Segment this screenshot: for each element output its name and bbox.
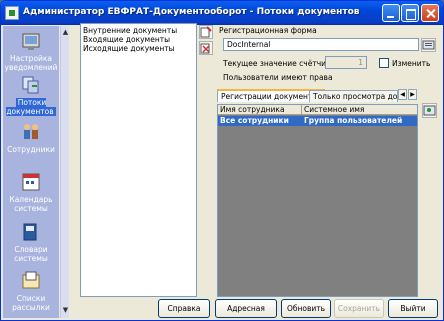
app-window: Администратор ЕВФРАТ-Документооборот - П… (0, 0, 444, 321)
maximize-button[interactable] (401, 4, 419, 22)
document-flow-icon (22, 76, 39, 94)
calendar-icon (22, 173, 40, 191)
tab-view-only[interactable]: Только просмотра докум (309, 90, 398, 102)
minimize-button[interactable] (382, 4, 400, 22)
list-item[interactable]: Входящие документы (81, 35, 196, 44)
table-row[interactable]: Все сотрудники Группа пользователей (218, 116, 417, 126)
title-bar: Администратор ЕВФРАТ-Документооборот - П… (1, 1, 443, 25)
sidebar-item-label: Словари системы (14, 245, 48, 263)
sidebar-item-label: Сотрудники (7, 145, 55, 154)
exit-button[interactable]: Выйти (388, 299, 438, 318)
add-user-button[interactable] (422, 103, 437, 118)
rights-label: Пользователи имеют права (223, 73, 333, 82)
app-icon (5, 6, 19, 20)
dictionaries-icon (23, 223, 37, 241)
sidebar-item-label: Списки рассылки (12, 294, 50, 312)
save-button[interactable]: Сохранить (334, 299, 384, 318)
sidebar-scrollbar[interactable]: ▲ ▼ (60, 26, 69, 318)
table-cell: Все сотрудники (220, 116, 289, 125)
sidebar-item-document-flow[interactable]: Потоки документов (3, 74, 59, 116)
grid-header: Имя сотрудника Системное имя (218, 105, 417, 115)
window-title: Администратор ЕВФРАТ-Документооборот - П… (23, 7, 360, 17)
sidebar-item-calendar[interactable]: Календарь системы (3, 171, 59, 213)
scroll-down-icon[interactable]: ▼ (62, 306, 69, 315)
sidebar-item-employees[interactable]: Сотрудники (3, 121, 59, 154)
tab-scroll-right-icon[interactable]: ▶ (408, 89, 417, 100)
delete-document-type-button[interactable] (199, 41, 213, 55)
sidebar-item-label: Настройка уведомлений (4, 54, 58, 72)
column-header[interactable]: Системное имя (302, 105, 417, 115)
table-cell: Группа пользователей (304, 116, 403, 125)
change-counter-label: Изменить (392, 59, 431, 68)
list-item[interactable]: Внутренние документы (81, 24, 196, 35)
employees-icon (24, 124, 38, 139)
reg-form-select-button[interactable] (421, 38, 436, 52)
add-user-icon (423, 105, 436, 116)
notification-settings-icon (22, 33, 40, 50)
document-type-list[interactable]: Внутренние документы Входящие документы … (80, 23, 197, 297)
reg-form-field[interactable]: DocInternal (223, 38, 419, 51)
close-button[interactable] (421, 4, 439, 22)
users-grid[interactable]: Имя сотрудника Системное имя Все сотрудн… (217, 104, 418, 297)
sidebar-item-label: Календарь системы (9, 195, 53, 213)
mailing-lists-icon (22, 271, 40, 289)
help-button[interactable]: Справка (158, 299, 210, 318)
sidebar-item-mailing-lists[interactable]: Списки рассылки (3, 270, 59, 312)
column-header[interactable]: Имя сотрудника (218, 105, 302, 115)
list-item[interactable]: Исходящие документы (81, 44, 196, 53)
tab-scroll[interactable]: ◀ ▶ (398, 89, 417, 100)
form-icon (422, 40, 435, 50)
counter-field: 1 (325, 56, 367, 69)
counter-label: Текущее значение счётчика (223, 59, 336, 68)
sidebar-item-notification-settings[interactable]: Настройка уведомлений (3, 30, 59, 72)
tab-scroll-left-icon[interactable]: ◀ (398, 89, 407, 100)
sidebar: Настройка уведомлений Потоки документов … (3, 26, 59, 318)
change-counter-checkbox[interactable] (379, 58, 389, 68)
add-document-type-button[interactable] (199, 25, 213, 39)
refresh-button[interactable]: Обновить (281, 299, 331, 318)
sidebar-item-label: Потоки документов (6, 98, 56, 116)
scroll-up-icon[interactable]: ▲ (62, 28, 69, 37)
add-icon (200, 26, 212, 38)
reg-form-label: Регистрационная форма (219, 26, 317, 35)
address-book-button[interactable]: Адресная книга (215, 299, 277, 318)
sidebar-item-dictionaries[interactable]: Словари системы (3, 221, 59, 263)
delete-icon (200, 43, 210, 54)
